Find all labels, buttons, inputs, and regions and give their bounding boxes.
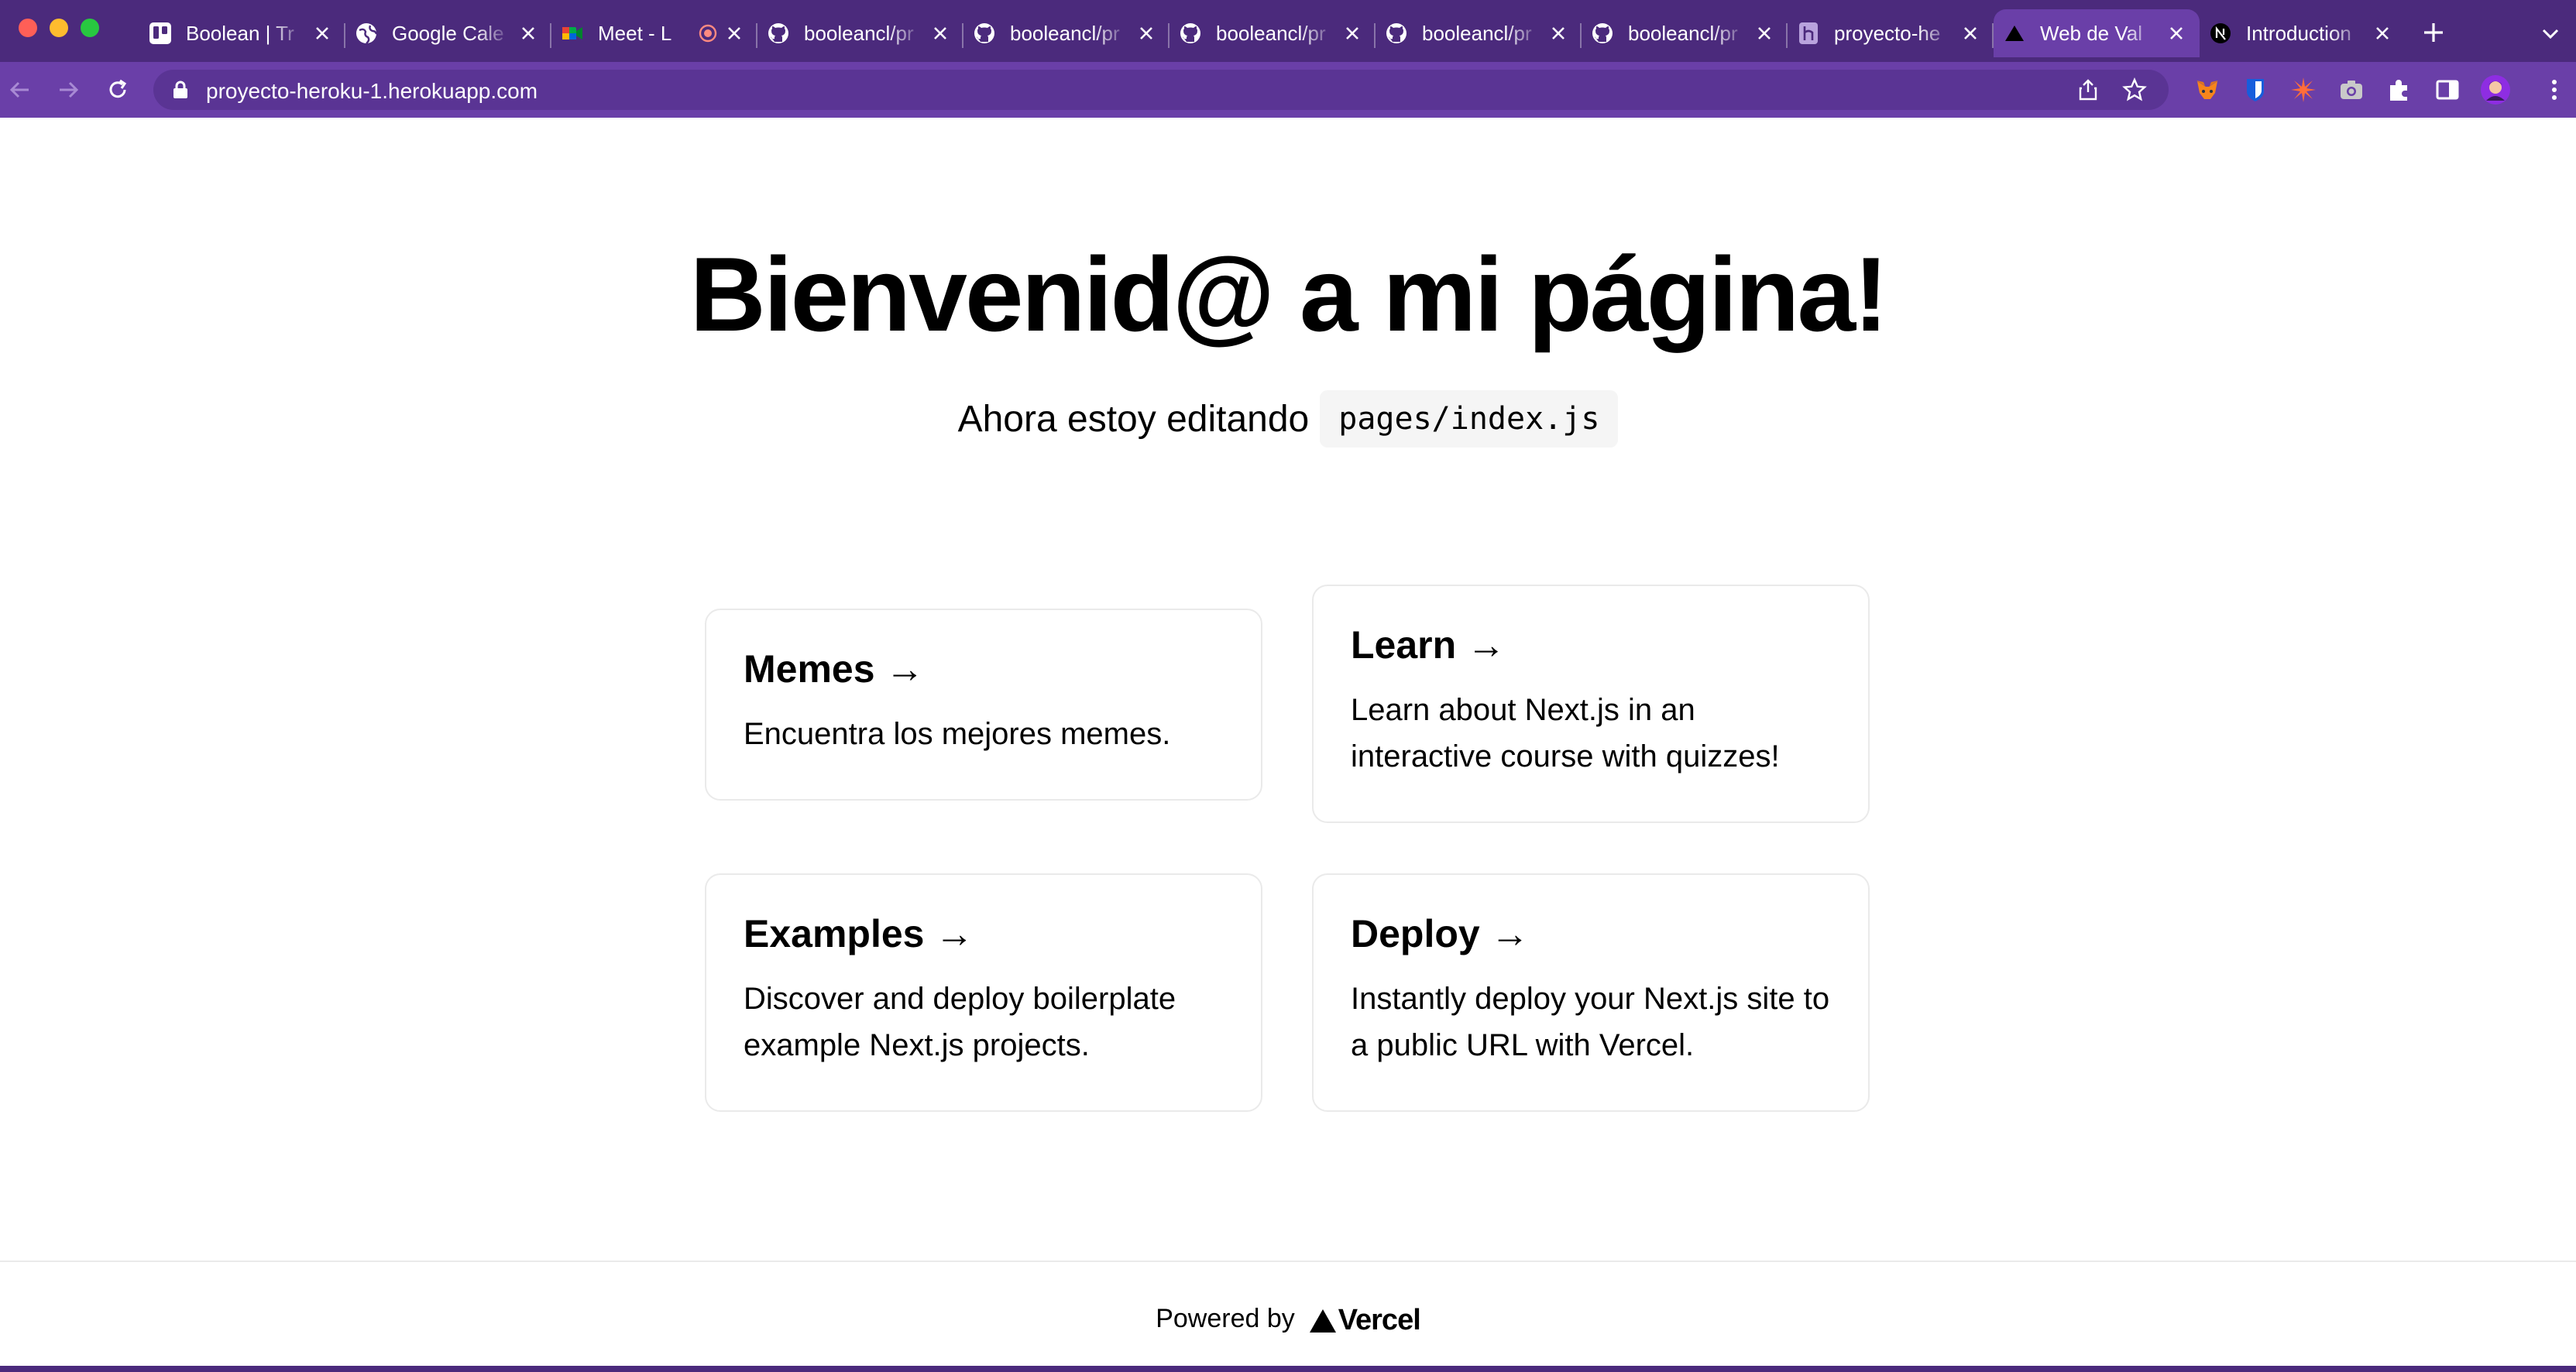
tab-title: booleancl/pr: [1216, 21, 1326, 45]
browser-tab[interactable]: Introduction: [2200, 9, 2406, 57]
browser-menu-button[interactable]: [2539, 74, 2570, 105]
recording-indicator-icon: [699, 24, 717, 43]
address-bar[interactable]: proyecto-heroku-1.herokuapp.com: [153, 70, 2169, 110]
close-icon[interactable]: [2372, 22, 2393, 44]
card-description: Learn about Next.js in an interactive co…: [1351, 693, 1780, 773]
side-panel-icon[interactable]: [2432, 74, 2463, 105]
page-title: Bienvenid@ a mi página!: [689, 235, 1889, 353]
close-icon[interactable]: [1135, 22, 1157, 44]
kebab-menu-icon: [2552, 80, 2557, 100]
heroku-icon: [1797, 22, 1820, 45]
vercel-triangle-icon: [2003, 22, 2026, 45]
lock-icon[interactable]: [172, 81, 189, 99]
meet-icon: [561, 22, 584, 45]
github-icon: [973, 22, 996, 45]
card-description: Discover and deploy boilerplate example …: [744, 982, 1176, 1062]
reload-button[interactable]: [104, 76, 132, 104]
bitwarden-extension-icon[interactable]: [2240, 74, 2271, 105]
close-window-button[interactable]: [19, 19, 37, 37]
arrow-right-icon: [60, 81, 79, 98]
globe-icon: [355, 22, 378, 45]
tab-title: Meet - L: [598, 21, 672, 45]
close-icon[interactable]: [1341, 22, 1363, 44]
browser-tab[interactable]: Google Cale: [345, 9, 551, 57]
new-tab-button[interactable]: [2420, 19, 2447, 46]
browser-tab[interactable]: proyecto-he: [1788, 9, 1994, 57]
browser-tab[interactable]: Meet - L: [551, 9, 757, 57]
powered-by-text: Powered by: [1156, 1304, 1295, 1333]
vercel-logo: Vercel: [1309, 1304, 1421, 1337]
tab-title: booleancl/pr: [1422, 21, 1532, 45]
vercel-triangle-icon: [1309, 1309, 1336, 1333]
chevron-down-icon: [2542, 29, 2559, 39]
card-description: Instantly deploy your Next.js site to a …: [1351, 982, 1830, 1062]
card-title: Examples →: [744, 912, 974, 955]
back-button[interactable]: [6, 76, 34, 104]
browser-tab[interactable]: booleancl/pr: [1582, 9, 1788, 57]
card-memes[interactable]: Memes → Encuentra los mejores memes.: [705, 609, 1262, 801]
camera-extension-icon[interactable]: [2336, 74, 2367, 105]
minimize-window-button[interactable]: [50, 19, 68, 37]
vercel-wordmark: Vercel: [1338, 1304, 1421, 1336]
github-icon: [1591, 22, 1614, 45]
web-page: Bienvenid@ a mi página! Ahora estoy edit…: [0, 118, 2576, 1372]
browser-tab[interactable]: booleancl/pr: [757, 9, 963, 57]
tab-title: Google Cale: [392, 21, 504, 45]
close-icon[interactable]: [2166, 22, 2187, 44]
share-icon[interactable]: [2077, 79, 2099, 101]
browser-tab[interactable]: booleancl/pr: [963, 9, 1170, 57]
close-icon[interactable]: [929, 22, 951, 44]
window-bottom-edge: [0, 1366, 2576, 1372]
plus-icon: [2424, 23, 2443, 42]
tab-title: booleancl/pr: [1010, 21, 1120, 45]
tab-title: proyecto-he: [1834, 21, 1941, 45]
browser-tab[interactable]: Boolean | Tr: [139, 9, 345, 57]
subtitle-code: pages/index.js: [1320, 390, 1619, 448]
close-icon[interactable]: [1547, 22, 1569, 44]
close-icon[interactable]: [723, 22, 745, 44]
tab-title: Web de Val: [2040, 21, 2143, 45]
browser-tab-active[interactable]: Web de Val: [1994, 9, 2200, 57]
tab-title: booleancl/pr: [1628, 21, 1738, 45]
card-description: Encuentra los mejores memes.: [744, 717, 1171, 751]
nextjs-icon: [2209, 22, 2232, 45]
burst-extension-icon[interactable]: [2288, 74, 2319, 105]
card-learn[interactable]: Learn → Learn about Next.js in an intera…: [1312, 585, 1870, 823]
tab-title: Boolean | Tr: [186, 21, 294, 45]
close-icon[interactable]: [1959, 22, 1981, 44]
trello-icon: [149, 22, 172, 45]
browser-toolbar: proyecto-heroku-1.herokuapp.com: [0, 62, 2576, 118]
subtitle-text: Ahora estoy editando: [957, 398, 1310, 440]
metamask-extension-icon[interactable]: [2192, 74, 2223, 105]
github-icon: [767, 22, 790, 45]
browser-tab-strip: Boolean | Tr Google Cale Meet - L boolea…: [0, 0, 2576, 62]
tab-title: Introduction: [2246, 21, 2351, 45]
github-icon: [1179, 22, 1202, 45]
browser-tab[interactable]: booleancl/pr: [1170, 9, 1376, 57]
footer-powered-by-link[interactable]: Powered by Vercel: [0, 1261, 2576, 1372]
card-deploy[interactable]: Deploy → Instantly deploy your Next.js s…: [1312, 873, 1870, 1112]
github-icon: [1385, 22, 1408, 45]
tab-title: booleancl/pr: [804, 21, 914, 45]
card-examples[interactable]: Examples → Discover and deploy boilerpla…: [705, 873, 1262, 1112]
reload-icon: [109, 79, 127, 98]
bookmark-star-icon[interactable]: [2122, 77, 2147, 102]
tab-search-button[interactable]: [2539, 22, 2562, 45]
card-title: Learn →: [1351, 623, 1506, 667]
url-text[interactable]: proyecto-heroku-1.herokuapp.com: [206, 79, 538, 104]
page-subtitle: Ahora estoy editando pages/index.js: [0, 390, 2576, 448]
maximize-window-button[interactable]: [81, 19, 99, 37]
close-icon[interactable]: [311, 22, 333, 44]
browser-tab[interactable]: booleancl/pr: [1376, 9, 1582, 57]
card-title: Memes →: [744, 647, 925, 691]
close-icon[interactable]: [1753, 22, 1775, 44]
card-title: Deploy →: [1351, 912, 1530, 955]
forward-button[interactable]: [54, 76, 82, 104]
arrow-left-icon: [9, 81, 29, 98]
close-icon[interactable]: [517, 22, 539, 44]
puzzle-extensions-icon[interactable]: [2384, 74, 2415, 105]
profile-avatar[interactable]: [2480, 74, 2511, 105]
